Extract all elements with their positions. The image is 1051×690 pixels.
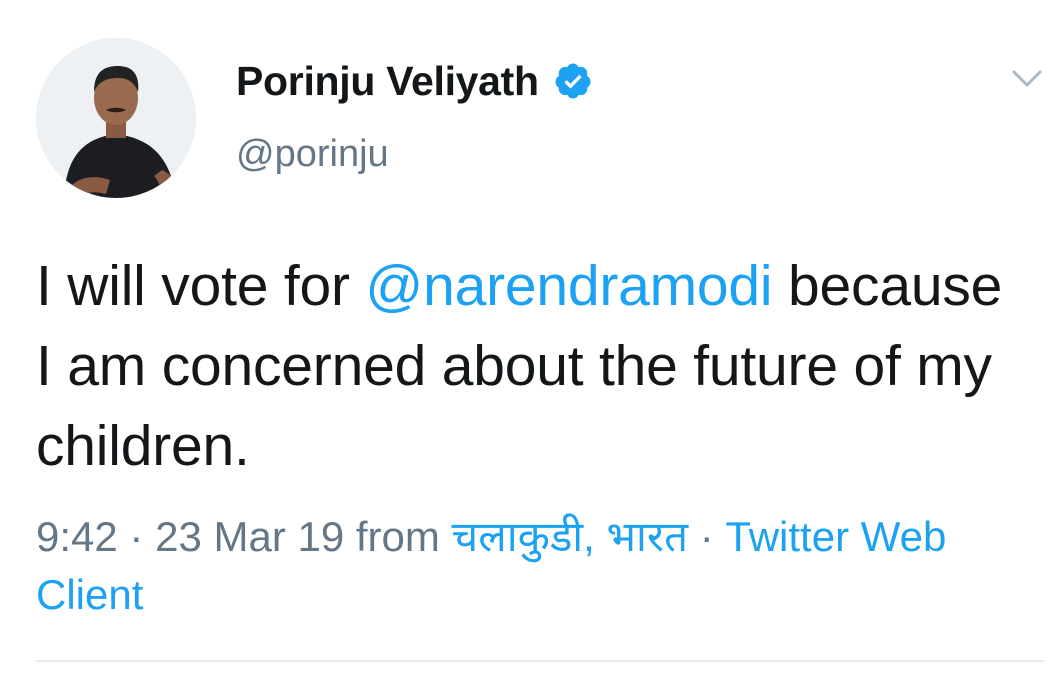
tweet-time: 9:42	[36, 513, 118, 560]
tweet-card: Porinju Veliyath @porinju I will vote fo…	[0, 0, 1051, 690]
avatar[interactable]	[36, 38, 196, 198]
tweet-text: I will vote for @narendramodi because I …	[36, 246, 1026, 486]
author-handle[interactable]: @porinju	[236, 133, 389, 176]
mention-link[interactable]: @narendramodi	[365, 254, 772, 318]
tweet-text-before: I will vote for	[36, 254, 366, 318]
meta-separator-2: ·	[699, 513, 714, 560]
divider	[36, 660, 1044, 662]
author-name-row: Porinju Veliyath	[236, 56, 593, 106]
tweet-meta: 9:42 · 23 Mar 19 from चलाकुडी, भारत · Tw…	[36, 508, 1026, 624]
chevron-down-icon[interactable]	[1010, 66, 1044, 92]
location-link[interactable]: चलाकुडी, भारत	[452, 513, 689, 560]
tweet-date: 23 Mar 19	[155, 513, 345, 560]
profile-photo-icon	[36, 38, 196, 198]
author-display-name[interactable]: Porinju Veliyath	[236, 58, 539, 105]
verified-badge-icon	[553, 61, 593, 101]
meta-separator: ·	[129, 513, 144, 560]
from-label: from	[355, 513, 440, 560]
